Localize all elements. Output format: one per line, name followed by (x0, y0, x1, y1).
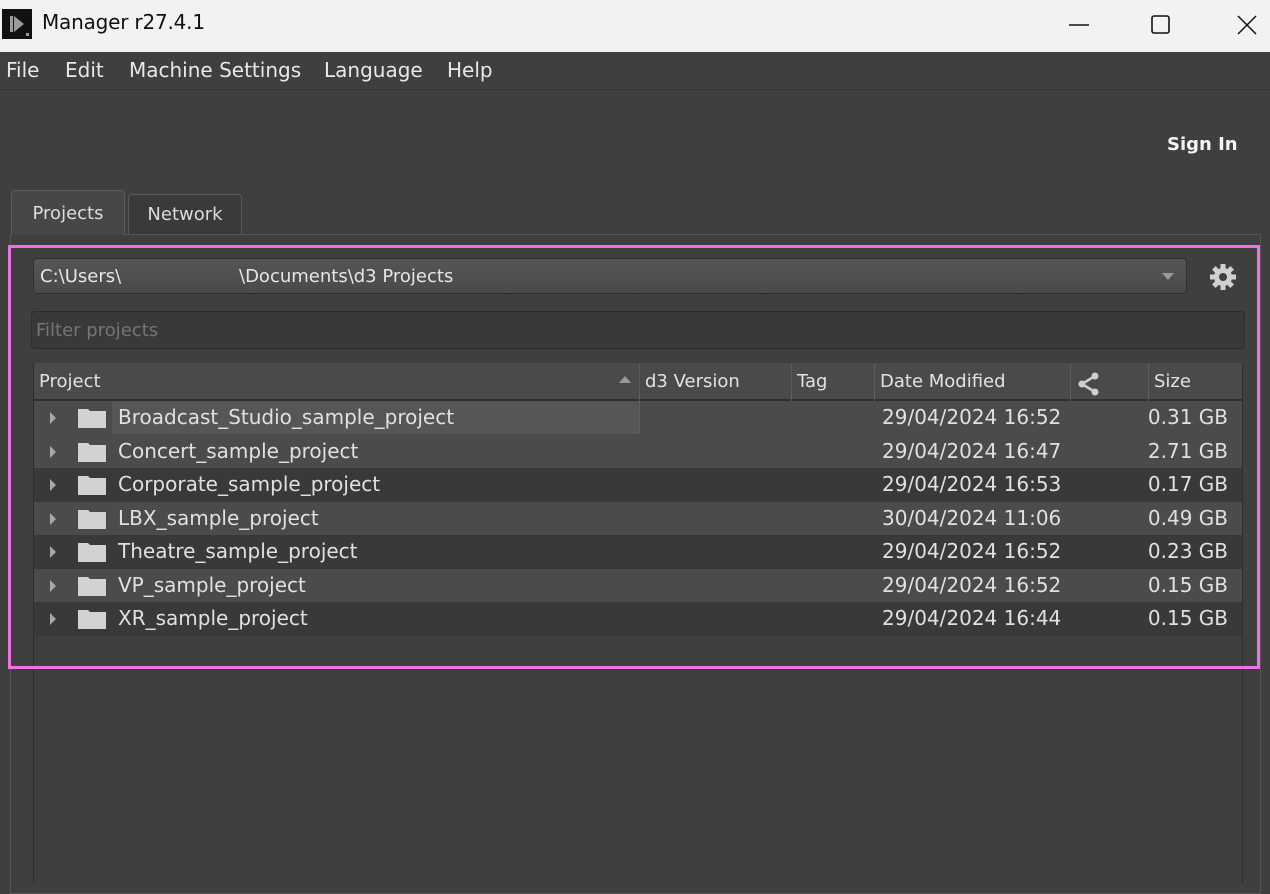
expand-arrow-icon[interactable] (50, 479, 56, 491)
column-header-date-modified[interactable]: Date Modified (875, 363, 1071, 401)
date-modified: 29/04/2024 16:47 (882, 438, 1062, 463)
project-name: Theatre_sample_project (118, 539, 358, 563)
project-name: LBX_sample_project (118, 505, 319, 530)
settings-button[interactable] (1207, 261, 1239, 293)
sort-ascending-icon (619, 376, 631, 383)
folder-icon (78, 508, 106, 529)
minimize-button[interactable] (1036, 0, 1122, 50)
gear-icon (1210, 264, 1236, 290)
project-size: 2.71 GB (1147, 438, 1228, 463)
date-modified: 29/04/2024 16:52 (882, 405, 1062, 429)
expand-arrow-icon[interactable] (50, 412, 56, 424)
close-button[interactable] (1204, 0, 1270, 50)
date-modified: 29/04/2024 16:52 (882, 539, 1062, 563)
maximize-button[interactable] (1118, 0, 1204, 50)
path-suffix: \Documents\d3 Projects (239, 266, 454, 287)
expand-arrow-icon[interactable] (50, 613, 56, 625)
project-folder-select[interactable]: C:\Users\ \Documents\d3 Projects (33, 258, 1187, 294)
column-header-shared[interactable] (1071, 363, 1149, 401)
project-name: Concert_sample_project (118, 438, 359, 463)
chevron-down-icon (1162, 273, 1174, 280)
project-size: 0.49 GB (1147, 505, 1228, 530)
title-bar: Manager r27.4.1 (0, 0, 1270, 52)
window-title: Manager r27.4.1 (42, 10, 205, 34)
folder-icon (78, 441, 106, 462)
table-row[interactable]: VP_sample_project 29/04/2024 16:52 0.15 GB (34, 568, 1242, 602)
folder-icon (78, 608, 106, 629)
folder-icon (78, 474, 106, 495)
column-label: Project (39, 371, 101, 392)
tab-network[interactable]: Network (128, 194, 242, 234)
project-size: 0.31 GB (1147, 405, 1228, 429)
table-row[interactable]: LBX_sample_project 30/04/2024 11:06 0.49 G… (34, 501, 1242, 535)
table-row[interactable]: Theatre_sample_project 29/04/2024 16:52 0.… (34, 535, 1242, 569)
column-header-tag[interactable]: Tag (792, 363, 875, 401)
expand-arrow-icon[interactable] (50, 512, 56, 525)
date-modified: 29/04/2024 16:52 (882, 572, 1062, 597)
menu-help[interactable]: Help (447, 58, 493, 82)
column-header-d3-version[interactable]: d3 Version (640, 363, 792, 401)
project-size: 0.15 GB (1147, 606, 1228, 630)
minimize-icon (1069, 24, 1089, 26)
menu-bar: File Edit Machine Settings Language Help (0, 52, 1270, 90)
project-name: VP_sample_project (118, 572, 306, 597)
expand-arrow-icon[interactable] (50, 579, 56, 592)
folder-icon (78, 407, 106, 428)
table-row[interactable]: Corporate_sample_project 29/04/2024 16:53… (34, 468, 1242, 502)
share-icon (1078, 372, 1099, 396)
expand-arrow-icon[interactable] (50, 546, 56, 558)
expand-arrow-icon[interactable] (50, 445, 56, 458)
app-logo-icon (2, 9, 32, 39)
project-size: 0.17 GB (1147, 472, 1228, 496)
project-name: Broadcast_Studio_sample_project (118, 405, 455, 429)
table-row[interactable]: Concert_sample_project 29/04/2024 16:47 2.… (34, 434, 1242, 468)
column-header-project[interactable]: Project (34, 363, 640, 401)
projects-table: Project d3 Version Tag Date Modified Siz… (33, 363, 1243, 883)
project-name: XR_sample_project (118, 606, 308, 630)
path-prefix: C:\Users\ (40, 266, 122, 287)
folder-icon (78, 541, 106, 562)
date-modified: 29/04/2024 16:44 (882, 606, 1062, 630)
table-row[interactable]: Broadcast_Studio_sample_project 29/04/202… (34, 401, 1242, 435)
table-header: Project d3 Version Tag Date Modified Siz… (34, 363, 1242, 401)
column-header-size[interactable]: Size (1149, 363, 1242, 401)
menu-edit[interactable]: Edit (65, 58, 104, 82)
menu-language[interactable]: Language (324, 58, 423, 82)
maximize-icon (1151, 15, 1170, 34)
menu-machine-settings[interactable]: Machine Settings (129, 58, 301, 82)
tab-projects[interactable]: Projects (11, 190, 125, 235)
menu-file[interactable]: File (6, 58, 39, 82)
project-size: 0.15 GB (1147, 572, 1228, 597)
table-row[interactable]: XR_sample_project 29/04/2024 16:44 0.15 GB (34, 602, 1242, 636)
sign-in-link[interactable]: Sign In (1167, 134, 1238, 155)
filter-projects-input[interactable] (31, 311, 1245, 349)
folder-icon (78, 575, 106, 596)
date-modified: 30/04/2024 11:06 (882, 505, 1062, 530)
project-name: Corporate_sample_project (118, 472, 381, 496)
close-icon (1237, 15, 1257, 35)
date-modified: 29/04/2024 16:53 (882, 472, 1062, 496)
project-size: 0.23 GB (1147, 539, 1228, 563)
